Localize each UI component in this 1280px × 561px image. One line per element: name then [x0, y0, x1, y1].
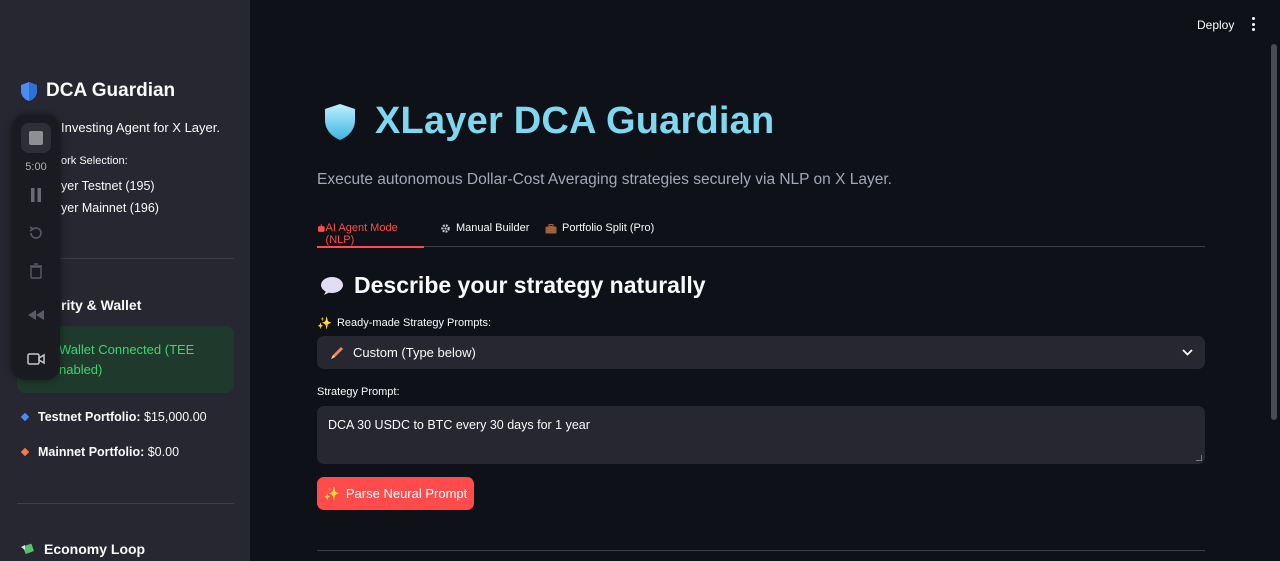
testnet-portfolio-value: $15,000.00 — [144, 410, 207, 424]
blue-diamond-icon — [20, 412, 30, 422]
sidebar-title-text: DCA Guardian — [46, 80, 176, 101]
strategy-prompt-textarea[interactable]: DCA 30 USDC to BTC every 30 days for 1 y… — [317, 406, 1205, 464]
section-heading-text: Describe your strategy naturally — [354, 272, 706, 298]
main-menu-button[interactable] — [1249, 16, 1257, 32]
deploy-button[interactable]: Deploy — [1197, 18, 1234, 32]
recording-timer: 5:00 — [25, 161, 47, 173]
tab-ai-agent-mode[interactable]: AI Agent Mode (NLP) — [317, 222, 424, 248]
tab-portfolio-split-label: Portfolio Split (Pro) — [562, 222, 655, 234]
main-divider — [317, 550, 1205, 551]
testnet-radio-label: yer Testnet (195) — [61, 179, 155, 193]
pause-icon — [31, 188, 41, 202]
rewind-button[interactable] — [24, 303, 48, 327]
speech-bubble-icon — [321, 276, 343, 295]
menu-dot — [1251, 28, 1255, 31]
security-wallet-heading: rity & Wallet — [61, 297, 141, 313]
pause-button[interactable] — [24, 183, 48, 207]
tab-manual-builder-label: Manual Builder — [456, 222, 530, 234]
restart-icon — [29, 226, 42, 239]
sidebar-divider — [17, 503, 234, 504]
mainnet-portfolio-value: $0.00 — [147, 445, 180, 459]
gear-icon — [441, 224, 450, 233]
robot-icon — [317, 224, 325, 232]
network-selection-label: ork Selection: — [61, 155, 128, 167]
economy-loop-text: Economy Loop — [44, 541, 146, 557]
strategy-prompt-label: Strategy Prompt: — [317, 386, 400, 398]
page-title: XLayer DCA Guardian — [323, 100, 774, 143]
sparkles-icon: ✨ — [317, 316, 332, 330]
stop-icon — [29, 131, 43, 145]
video-camera-icon — [27, 353, 45, 365]
menu-dot — [1251, 17, 1255, 20]
sidebar-title: DCA Guardian — [20, 80, 175, 102]
screen-recorder-toolbar: 5:00 — [12, 115, 60, 380]
resize-grip-icon[interactable] — [1196, 455, 1202, 461]
strategy-prompt-select-value: Custom (Type below) — [353, 345, 476, 360]
testnet-portfolio: Testnet Portfolio: $15,000.00 — [20, 410, 207, 424]
mainnet-radio-label: yer Mainnet (196) — [61, 201, 159, 215]
camera-button[interactable] — [24, 347, 48, 371]
shield-icon — [21, 81, 37, 101]
money-wings-icon — [21, 543, 34, 554]
page-title-text: XLayer DCA Guardian — [375, 100, 775, 142]
economy-loop-heading: Economy Loop — [20, 541, 145, 557]
strategy-prompt-value: DCA 30 USDC to BTC every 30 days for 1 y… — [328, 418, 590, 432]
menu-dot — [1251, 22, 1255, 26]
page-scrollbar[interactable] — [1271, 44, 1277, 420]
network-radio-testnet[interactable]: yer Testnet (195) — [61, 179, 155, 193]
stop-recording-button[interactable] — [21, 123, 51, 153]
tab-portfolio-split[interactable]: Portfolio Split (Pro) — [545, 222, 654, 247]
sparkles-icon: ✨ — [323, 485, 340, 501]
sidebar-description: Investing Agent for X Layer. — [61, 120, 220, 135]
prompts-label: ✨ Ready-made Strategy Prompts: — [317, 316, 491, 330]
rewind-icon — [28, 310, 44, 320]
parse-neural-prompt-label: Parse Neural Prompt — [345, 486, 468, 501]
orange-diamond-icon — [20, 447, 30, 457]
mainnet-portfolio: Mainnet Portfolio: $0.00 — [20, 445, 180, 459]
page-subtitle: Execute autonomous Dollar-Cost Averaging… — [317, 171, 892, 188]
network-radio-mainnet[interactable]: yer Mainnet (196) — [61, 201, 159, 215]
trash-icon — [30, 263, 42, 279]
mode-tabs: AI Agent Mode (NLP) Manual Builder Portf… — [317, 222, 1205, 248]
strategy-prompt-select[interactable]: Custom (Type below) — [317, 336, 1205, 369]
chevron-down-icon — [1182, 349, 1193, 356]
delete-button[interactable] — [24, 259, 48, 283]
tab-manual-builder[interactable]: Manual Builder — [440, 222, 529, 247]
testnet-portfolio-label: Testnet Portfolio: — [38, 410, 141, 424]
mainnet-portfolio-label: Mainnet Portfolio: — [38, 445, 145, 459]
tab-ai-agent-mode-label: AI Agent Mode (NLP) — [325, 222, 398, 246]
security-wallet-heading-text: rity & Wallet — [61, 297, 142, 313]
section-heading: Describe your strategy naturally — [320, 272, 706, 299]
crayon-icon — [331, 346, 343, 359]
shield-icon — [325, 103, 355, 140]
restart-button[interactable] — [24, 221, 48, 245]
briefcase-icon — [545, 224, 557, 234]
prompts-label-text: Ready-made Strategy Prompts: — [336, 317, 492, 329]
parse-neural-prompt-button[interactable]: ✨ Parse Neural Prompt — [317, 477, 474, 510]
